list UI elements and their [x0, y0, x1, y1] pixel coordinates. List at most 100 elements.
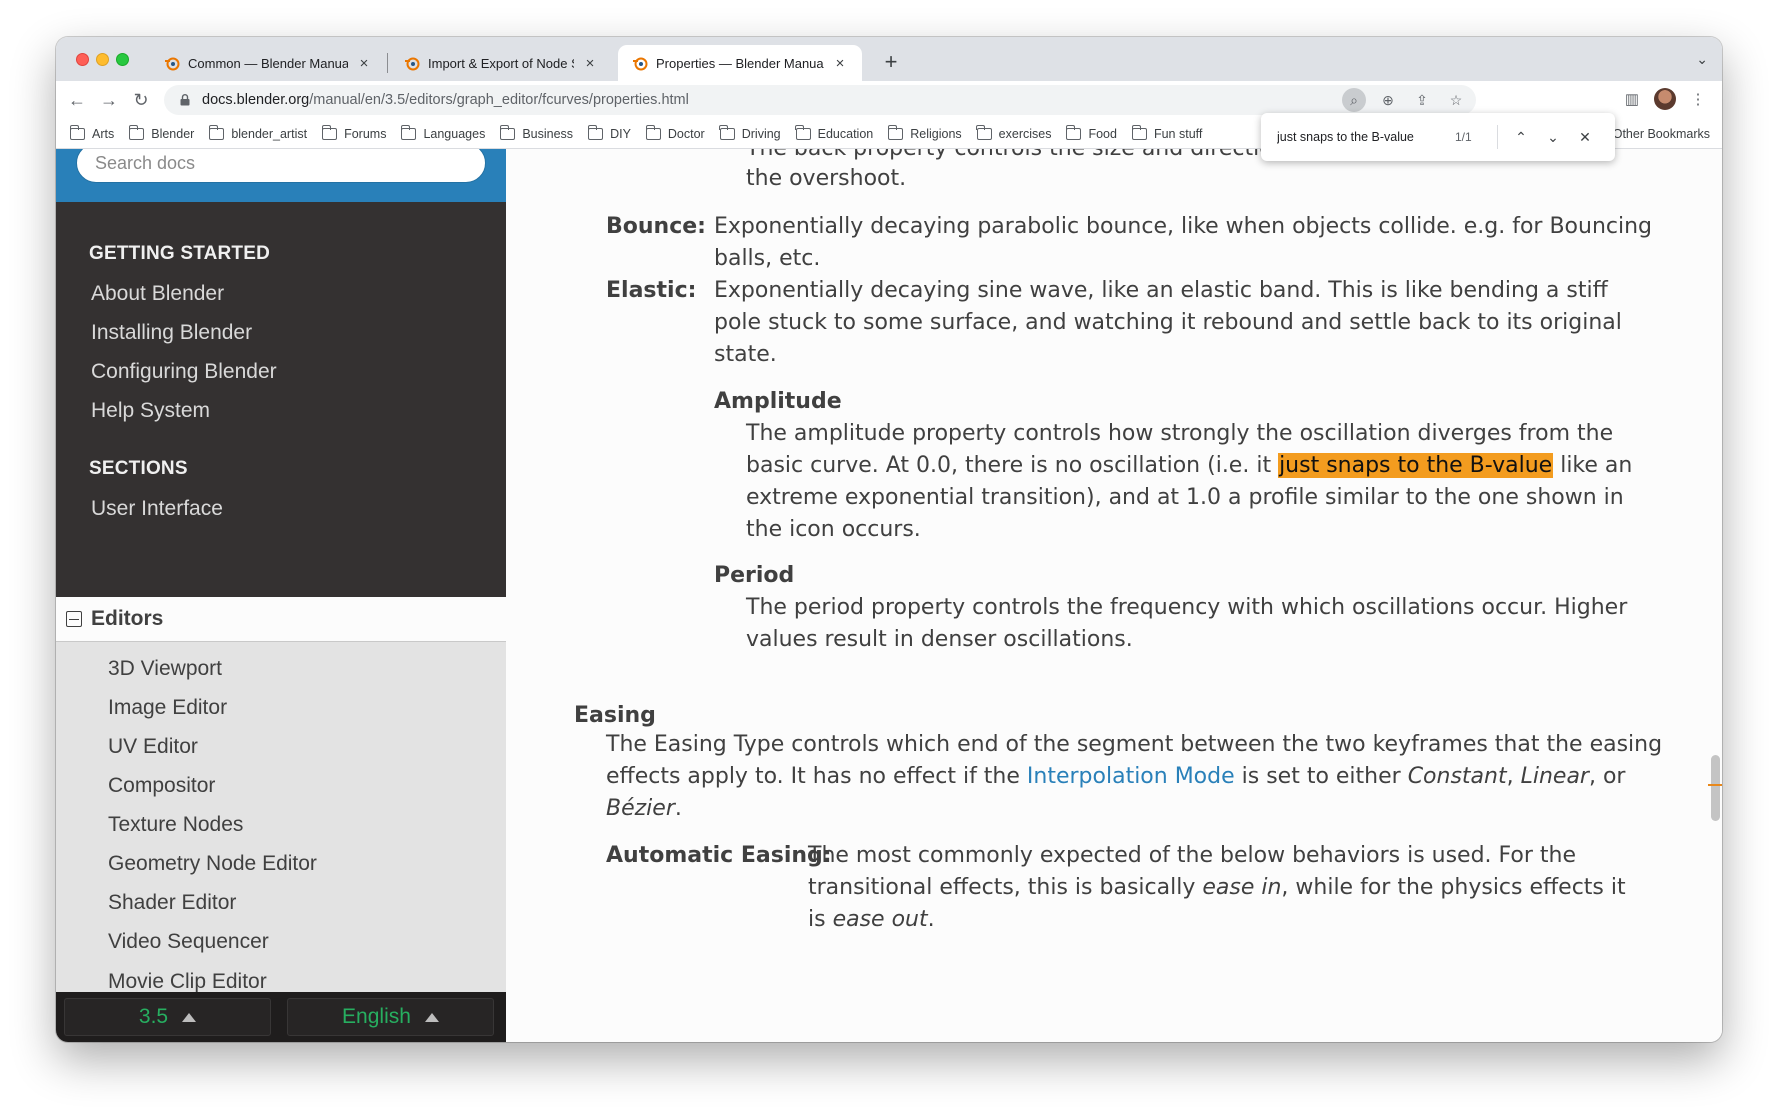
find-input[interactable]: just snaps to the B-value: [1277, 130, 1447, 144]
bookmark-business[interactable]: Business: [499, 124, 573, 141]
term-elastic: Elastic:: [606, 278, 697, 303]
find-in-page-icon[interactable]: ⌕: [1342, 88, 1366, 112]
docs-sidebar: Search docs GETTING STARTED About Blende…: [56, 149, 506, 1042]
caret-up-icon: [182, 1012, 197, 1022]
search-docs-input[interactable]: Search docs: [76, 149, 486, 183]
language-dropdown[interactable]: English: [287, 998, 494, 1036]
avatar[interactable]: [1654, 88, 1676, 110]
folder-icon: [208, 124, 225, 140]
folder-icon: [69, 124, 85, 140]
tab-search-chevron-icon[interactable]: ⌄: [1696, 51, 1708, 68]
folder-icon: [128, 124, 145, 140]
bookmark-blender[interactable]: Blender: [128, 124, 194, 141]
term-period: Period: [714, 563, 795, 588]
easing-line-3: Bézier.: [606, 796, 682, 821]
bookmark-exercises[interactable]: exercises: [976, 124, 1051, 141]
tab-title: Properties — Blender Manual: [656, 55, 824, 71]
sidebar-item-installing-blender[interactable]: Installing Blender: [91, 321, 252, 345]
bookmark-food[interactable]: Food: [1066, 124, 1117, 141]
side-panel-icon[interactable]: ▥: [1620, 87, 1644, 111]
scrollbar-thumb[interactable]: [1711, 755, 1720, 821]
new-tab-button[interactable]: +: [878, 49, 904, 75]
share-icon[interactable]: ⇪: [1410, 88, 1434, 112]
close-icon[interactable]: ×: [582, 55, 598, 72]
getting-started-caption: GETTING STARTED: [89, 243, 271, 264]
sidebar-item-help-system[interactable]: Help System: [91, 399, 210, 423]
menu-icon[interactable]: ⋮: [1686, 87, 1710, 111]
interpolation-mode-link[interactable]: Interpolation Mode: [1027, 764, 1235, 789]
bookmark-star-icon[interactable]: ☆: [1444, 88, 1468, 112]
sidebar-item-uv-editor[interactable]: UV Editor: [108, 735, 198, 759]
sidebar-item-image-editor[interactable]: Image Editor: [108, 696, 227, 720]
bookmark-forums[interactable]: Forums: [321, 124, 386, 141]
bounce-line-1: Exponentially decaying parabolic bounce,…: [714, 214, 1652, 239]
blender-icon: [165, 57, 180, 71]
other-bookmarks[interactable]: Other Bookmarks: [1613, 127, 1710, 141]
sections-caption: SECTIONS: [89, 458, 188, 479]
minimize-window-button[interactable]: [96, 53, 109, 66]
term-easing: Easing: [574, 703, 656, 728]
bookmark-religions[interactable]: Religions: [887, 124, 962, 141]
amplitude-line-2: basic curve. At 0.0, there is no oscilla…: [746, 453, 1633, 478]
auto-easing-line-3: is ease out.: [808, 907, 935, 932]
tab-import-export[interactable]: Import & Export of Node Shade ×: [390, 45, 612, 81]
zoom-window-button[interactable]: [116, 53, 129, 66]
find-count: 1/1: [1455, 130, 1472, 144]
address-bar[interactable]: docs.blender.org/manual/en/3.5/editors/g…: [164, 85, 1476, 115]
forward-button[interactable]: →: [96, 87, 122, 113]
folder-icon: [587, 124, 604, 140]
folder-icon: [645, 124, 661, 140]
folder-icon: [976, 124, 992, 140]
back-description: the overshoot.: [746, 166, 907, 191]
sidebar-item-editors[interactable]: Editors: [56, 597, 506, 642]
zoom-icon[interactable]: ⊕: [1376, 88, 1400, 112]
close-icon[interactable]: ×: [356, 55, 372, 72]
find-highlight: just snaps to the B-value: [1278, 453, 1554, 478]
tab-properties[interactable]: Properties — Blender Manual ×: [618, 45, 862, 81]
bookmark-languages[interactable]: Languages: [401, 124, 485, 141]
bookmark-diy[interactable]: DIY: [587, 124, 631, 141]
bookmark-driving[interactable]: Driving: [719, 124, 781, 141]
sidebar-item-video-sequencer[interactable]: Video Sequencer: [108, 930, 269, 954]
blender-icon: [405, 57, 420, 71]
tab-common[interactable]: Common — Blender Manual ×: [150, 45, 386, 81]
bookmark-doctor[interactable]: Doctor: [645, 124, 705, 141]
bookmark-arts[interactable]: Arts: [69, 124, 114, 141]
close-window-button[interactable]: [76, 53, 89, 66]
sidebar-item-geometry-node-editor[interactable]: Geometry Node Editor: [108, 852, 317, 876]
lock-icon: [180, 94, 190, 106]
bounce-line-2: balls, etc.: [714, 246, 821, 271]
find-previous-button[interactable]: ⌃: [1510, 126, 1532, 148]
sidebar-item-compositor[interactable]: Compositor: [108, 774, 215, 798]
sidebar-item-configuring-blender[interactable]: Configuring Blender: [91, 360, 277, 384]
find-bar: just snaps to the B-value 1/1 ⌃ ⌄ ✕: [1261, 113, 1615, 161]
bookmark-education[interactable]: Education: [795, 124, 873, 141]
sidebar-item-3d-viewport[interactable]: 3D Viewport: [108, 657, 222, 681]
close-icon[interactable]: ×: [832, 55, 848, 72]
find-close-button[interactable]: ✕: [1574, 126, 1596, 148]
sidebar-item-shader-editor[interactable]: Shader Editor: [108, 891, 236, 915]
sidebar-item-about-blender[interactable]: About Blender: [91, 282, 224, 306]
sidebar-item-texture-nodes[interactable]: Texture Nodes: [108, 813, 243, 837]
back-button[interactable]: ←: [64, 87, 90, 113]
folder-icon: [1066, 124, 1082, 140]
folder-icon: [499, 124, 516, 140]
auto-easing-line-1: The most commonly expected of the below …: [808, 843, 1577, 868]
sidebar-item-movie-clip-editor[interactable]: Movie Clip Editor: [108, 970, 267, 994]
collapse-icon[interactable]: [66, 611, 82, 627]
version-dropdown[interactable]: 3.5: [64, 998, 271, 1036]
elastic-line-3: state.: [714, 342, 777, 367]
amplitude-line-3: extreme exponential transition), and at …: [746, 485, 1624, 510]
url-host: docs.blender.org: [202, 92, 310, 108]
elastic-line-1: Exponentially decaying sine wave, like a…: [714, 278, 1608, 303]
find-next-button[interactable]: ⌄: [1542, 126, 1564, 148]
auto-easing-line-2: transitional effects, this is basically …: [808, 875, 1626, 900]
reload-button[interactable]: ↻: [128, 87, 154, 113]
tab-strip: Common — Blender Manual × Import & Expor…: [56, 37, 1722, 81]
bookmark-blender-artist[interactable]: blender_artist: [208, 124, 307, 141]
sidebar-item-user-interface[interactable]: User Interface: [91, 497, 223, 521]
caret-up-icon: [424, 1012, 439, 1022]
find-match-marker: [1708, 784, 1722, 786]
bookmark-fun-stuff[interactable]: Fun stuff: [1131, 124, 1202, 141]
folder-icon: [719, 124, 735, 140]
